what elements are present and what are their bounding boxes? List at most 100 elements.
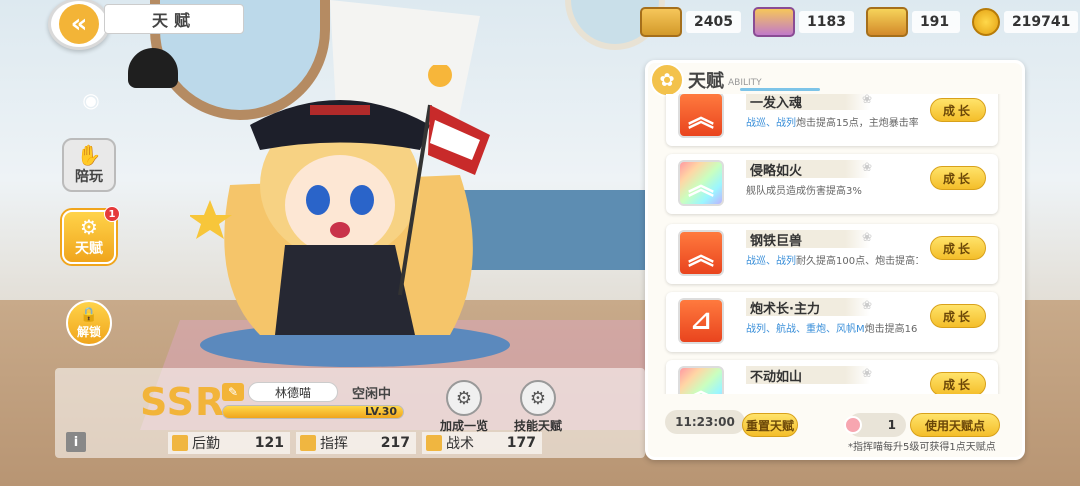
talent-name: 不动如山 xyxy=(746,366,870,385)
reset-talent-button[interactable]: 重置天赋 xyxy=(742,413,798,437)
eye-icon[interactable]: ◉ xyxy=(78,88,104,112)
pencil-icon[interactable]: ✎ xyxy=(222,383,244,401)
paw-mark-icon: ❀ xyxy=(862,230,873,244)
book-icon xyxy=(426,435,442,451)
paw-mark-icon: ❀ xyxy=(862,160,873,174)
talent-points: 1 xyxy=(844,413,906,437)
talent-desc-highlight: 战巡、战列 xyxy=(746,256,796,267)
talent-desc: 战巡、战列炮击提高15点，主炮暴击率提高 xyxy=(746,114,918,129)
talent-desc-highlight: 战巡、战列 xyxy=(746,118,796,129)
talent-name: 炮术长·主力 xyxy=(746,298,870,317)
level-text: LV.30 xyxy=(365,405,398,418)
resource-captain-box[interactable]: 191 xyxy=(865,7,960,37)
talent-points-value: 1 xyxy=(887,418,896,432)
panel-title: 天赋 xyxy=(688,71,724,92)
stat-command: 指挥 217 xyxy=(296,432,416,454)
unlock-button[interactable]: 🔒 解锁 xyxy=(66,300,112,346)
stat-label: 指挥 xyxy=(320,436,348,452)
stat-logistics: 后勤 121 xyxy=(168,432,290,454)
info-icon[interactable]: i xyxy=(66,432,86,452)
talent-desc: 战列、航战、重炮、风帆M炮击提高16点 xyxy=(746,320,918,335)
play-label: 陪玩 xyxy=(75,169,103,185)
talent-item[interactable]: ︽ 侵略如火 ❀ 舰队成员造成伤害提高3% 成长 xyxy=(666,154,998,214)
notification-badge: 1 xyxy=(104,206,120,222)
page-title: 天赋 xyxy=(104,4,244,34)
paw-hand-icon: ✋ xyxy=(76,143,102,167)
panel-subtitle: ABILITY xyxy=(728,78,762,88)
panel-title-underline xyxy=(740,88,820,91)
talent-label: 天赋 xyxy=(75,241,103,257)
resource-value: 191 xyxy=(911,11,960,33)
play-button[interactable]: ✋ 陪玩 xyxy=(62,138,116,192)
stat-label: 后勤 xyxy=(192,436,220,452)
logistics-icon xyxy=(172,435,188,451)
skill-talent-button[interactable]: ⚙ 技能天赋 xyxy=(510,380,566,434)
chevron-up-icon: ︽ xyxy=(678,230,724,276)
resource-value: 1183 xyxy=(798,11,854,33)
talent-desc-rest: 炮击提高15点，主炮暴击率提高 xyxy=(796,118,918,129)
character-illustration[interactable] xyxy=(188,63,520,370)
talent-name: 侵略如火 xyxy=(746,160,870,179)
talent-desc-rest: 耐久提高100点、炮击提高16点 xyxy=(796,256,918,267)
talent-item[interactable]: ︽ 钢铁巨兽 ❀ 战巡、战列耐久提高100点、炮击提高16点 成长 xyxy=(666,224,998,284)
upgrade-button[interactable]: 成长 xyxy=(930,98,986,122)
talent-item[interactable]: ︽ 一发入魂 ❀ 战巡、战列炮击提高15点，主炮暴击率提高 成长 xyxy=(666,94,998,146)
talent-desc-rest: 炮击提高16点 xyxy=(864,324,918,335)
talent-item[interactable]: ︽ 不动如山 ❀ 成长 xyxy=(666,360,998,394)
lock-icon: 🔒 xyxy=(80,306,98,323)
chevron-up-icon: ︽ xyxy=(678,160,724,206)
purple-box-icon xyxy=(752,7,795,37)
back-button[interactable]: « xyxy=(48,0,110,50)
upgrade-button[interactable]: 成长 xyxy=(930,304,986,328)
cannon-icon: ⊿ xyxy=(678,298,724,344)
paw-point-icon xyxy=(844,416,862,434)
gold-box-icon xyxy=(640,7,682,37)
talent-desc-highlight: 战列、航战、重炮、风帆M xyxy=(746,324,865,335)
bonus-gear-icon: ⚙ xyxy=(446,380,482,416)
panel-header: ✿ 天赋 ABILITY xyxy=(650,63,762,97)
bonus-list-button[interactable]: ⚙ 加成一览 xyxy=(436,380,492,434)
chevron-up-icon: ︽ xyxy=(678,94,724,138)
captain-box-icon xyxy=(865,7,908,37)
stat-value: 217 xyxy=(380,435,410,451)
resource-coin[interactable]: 219741 xyxy=(971,8,1079,36)
upgrade-button[interactable]: 成长 xyxy=(930,372,986,394)
panel-footer: 11:23:00 xyxy=(665,410,745,434)
resource-bar: 2405 1183 191 219741 xyxy=(640,7,1080,37)
talent-button[interactable]: ⚙ 天赋 1 xyxy=(62,206,120,264)
resource-purple-box[interactable]: 1183 xyxy=(752,7,854,37)
character-name: 林德喵 xyxy=(248,382,338,402)
paw-mark-icon: ❀ xyxy=(862,366,873,380)
coin-icon xyxy=(971,8,1000,36)
talent-desc: 舰队成员造成伤害提高3% xyxy=(746,182,918,197)
use-talent-point-button[interactable]: 使用天赋点 xyxy=(910,413,1000,437)
paw-icon: ✿ xyxy=(650,63,684,97)
stat-value: 121 xyxy=(254,435,284,451)
timer: 11:23:00 xyxy=(665,410,745,434)
talent-desc: 战巡、战列耐久提高100点、炮击提高16点 xyxy=(746,252,918,267)
stat-value: 177 xyxy=(506,435,536,451)
double-chevron-left-icon: « xyxy=(59,4,99,44)
gear-paw-icon: ⚙ xyxy=(80,215,98,239)
upgrade-button[interactable]: 成长 xyxy=(930,166,986,190)
skill-gear-icon: ⚙ xyxy=(520,380,556,416)
talent-item[interactable]: ⊿ 炮术长·主力 ❀ 战列、航战、重炮、风帆M炮击提高16点 成长 xyxy=(666,292,998,352)
talent-name: 一发入魂 xyxy=(746,94,870,111)
talent-desc-rest: 舰队成员造成伤害提高3% xyxy=(746,186,862,197)
stat-tactics: 战术 177 xyxy=(422,432,542,454)
rarity-label: SSR xyxy=(140,380,226,424)
chevron-up-icon: ︽ xyxy=(678,366,724,394)
talent-point-note: *指挥喵每升5级可获得1点天赋点 xyxy=(848,442,996,453)
resource-gold-box[interactable]: 2405 xyxy=(640,7,741,37)
paw-mark-icon: ❀ xyxy=(862,298,873,312)
upgrade-button[interactable]: 成长 xyxy=(930,236,986,260)
flag-icon xyxy=(300,435,316,451)
name-row: ✎ 林德喵 xyxy=(222,382,338,402)
talent-list[interactable]: ︽ 一发入魂 ❀ 战巡、战列炮击提高15点，主炮暴击率提高 成长 ︽ 侵略如火 … xyxy=(660,94,1010,394)
stat-label: 战术 xyxy=(446,436,474,452)
status-text: 空闲中 xyxy=(352,387,392,402)
talent-name: 钢铁巨兽 xyxy=(746,230,870,249)
paw-mark-icon: ❀ xyxy=(862,94,873,106)
resource-value: 2405 xyxy=(686,11,741,33)
resource-value: 219741 xyxy=(1003,11,1079,33)
